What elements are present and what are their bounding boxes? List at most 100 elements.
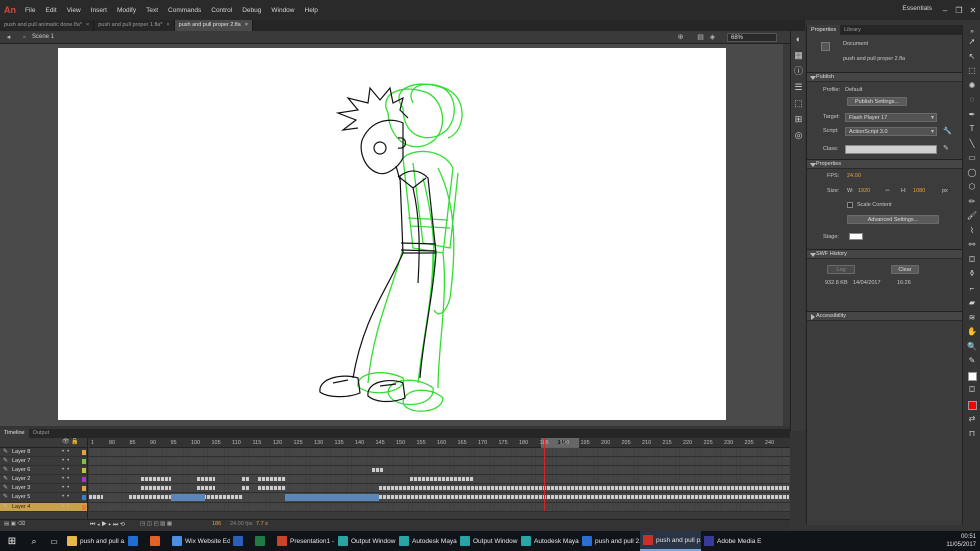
layer-outline-color[interactable] — [82, 504, 86, 510]
layer-outline-color[interactable] — [82, 495, 86, 501]
taskbar-app-button[interactable]: Wix Website Edi... — [169, 531, 230, 551]
tab-properties[interactable]: Properties — [807, 25, 841, 35]
components-icon[interactable]: ⊞ — [791, 111, 806, 127]
layer-row[interactable]: ✎ Layer 6 •• — [0, 466, 87, 476]
keyframe-span[interactable] — [242, 477, 249, 482]
stroke-color-icon[interactable]: ✎ — [963, 354, 980, 369]
log-button[interactable]: Log — [827, 265, 855, 274]
oval-tool-icon[interactable]: ◯ — [963, 166, 980, 181]
maximize-icon[interactable]: ❐ — [952, 0, 966, 20]
layer-outline-color[interactable] — [82, 468, 86, 474]
frame-row[interactable] — [89, 502, 790, 512]
layer-toggles[interactable]: •• — [62, 493, 72, 502]
menu-debug[interactable]: Debug — [237, 7, 266, 14]
tab-close-icon[interactable]: × — [166, 20, 169, 31]
taskbar-app-button[interactable] — [147, 531, 169, 551]
keyframe-span[interactable] — [379, 495, 789, 500]
edit-class-pencil-icon[interactable]: ✎ — [943, 144, 949, 152]
frame-row[interactable] — [89, 457, 790, 467]
minimize-icon[interactable]: – — [938, 0, 952, 20]
menu-help[interactable]: Help — [300, 7, 323, 14]
align-icon[interactable]: ☰ — [791, 79, 806, 95]
doc-tab-animatic[interactable]: push and pull animatic done.fla* × — [0, 20, 95, 31]
current-frame[interactable]: 186 — [212, 521, 221, 527]
keyframe-span[interactable] — [242, 486, 249, 491]
menu-file[interactable]: File — [20, 7, 40, 14]
tab-timeline[interactable]: Timeline — [0, 429, 29, 438]
advanced-settings-button[interactable]: Advanced Settings... — [847, 215, 939, 224]
layer-toggles[interactable]: •• — [62, 466, 72, 475]
keyframe-span[interactable] — [141, 477, 171, 482]
close-icon[interactable]: ✕ — [966, 0, 980, 20]
transform-icon[interactable]: ⬚ — [791, 95, 806, 111]
taskbar-app-button[interactable] — [252, 531, 274, 551]
paint-bucket-tool-icon[interactable]: ⛋ — [963, 253, 980, 268]
system-clock[interactable]: 00:51 11/05/2017 — [946, 533, 976, 549]
layer-name[interactable]: Layer 6 — [12, 467, 30, 473]
visibility-lock-header-icon[interactable]: 👁 🔒 — [62, 438, 79, 445]
menu-window[interactable]: Window — [266, 7, 299, 14]
frames-area[interactable]: 186 1 80 85 90 95 100 105 110 115 120 125 130 135 140… — [89, 438, 790, 531]
stage-color-swatch[interactable] — [849, 233, 863, 240]
publish-settings-button[interactable]: Publish Settings... — [847, 97, 907, 106]
layer-toggles[interactable]: •• — [62, 475, 72, 484]
pasteboard[interactable] — [0, 44, 783, 426]
layer-outline-color[interactable] — [82, 459, 86, 465]
taskbar-app-button[interactable]: push and pull a... — [64, 531, 125, 551]
height-value[interactable]: 1080 — [913, 188, 925, 194]
selection-tool-icon[interactable]: ➚ — [963, 35, 980, 50]
layer-outline-color[interactable] — [82, 450, 86, 455]
center-stage-icon[interactable]: ⊕ — [676, 33, 685, 42]
menu-view[interactable]: View — [62, 7, 86, 14]
keyframe-span[interactable] — [258, 477, 286, 482]
start-button[interactable]: ⊞ — [0, 531, 24, 551]
frame-row[interactable] — [89, 484, 790, 494]
line-tool-icon[interactable]: ╲ — [963, 137, 980, 152]
motion-tween-span[interactable] — [285, 494, 379, 502]
menu-modify[interactable]: Modify — [112, 7, 141, 14]
target-select[interactable]: Flash Player 17 — [845, 113, 937, 122]
frame-row[interactable] — [89, 493, 790, 503]
polystar-tool-icon[interactable]: ⬡ — [963, 180, 980, 195]
scale-content-checkbox[interactable] — [847, 202, 853, 208]
search-icon[interactable]: ⌕ — [24, 531, 44, 551]
taskbar-app-button[interactable]: Output Window — [457, 531, 518, 551]
layer-row[interactable]: ✎ Layer 3 •• — [0, 484, 87, 494]
clear-button[interactable]: Clear — [891, 265, 919, 274]
keyframe-span[interactable] — [141, 486, 171, 491]
paint-brush-tool-icon[interactable]: ⌇ — [963, 224, 980, 239]
subselection-tool-icon[interactable]: ↖ — [963, 50, 980, 65]
eyedropper-tool-icon[interactable]: ⌐ — [963, 282, 980, 297]
brush-tool-icon[interactable]: 🖌 — [963, 209, 980, 224]
taskbar-app-button[interactable]: Autodesk Maya... — [518, 531, 579, 551]
edit-symbol-icon[interactable]: ◈ — [708, 33, 717, 42]
taskbar-app-button[interactable]: push and pull 2... — [579, 531, 640, 551]
swf-history-header[interactable]: SWF History — [807, 249, 962, 259]
doc-tab-proper-1[interactable]: push and pull proper 1.fla* × — [94, 20, 175, 31]
swatches-icon[interactable]: ▦ — [791, 47, 806, 63]
ink-bottle-tool-icon[interactable]: ⚱ — [963, 267, 980, 282]
tab-close-icon[interactable]: × — [245, 20, 248, 31]
layer-row[interactable]: ✎ Layer 5 •• — [0, 493, 87, 503]
swap-colors-icon[interactable]: ⇄ — [963, 412, 980, 427]
bone-tool-icon[interactable]: ⚯ — [963, 238, 980, 253]
layer-name[interactable]: Layer 4 — [12, 504, 30, 510]
zoom-tool-icon[interactable]: 🔍 — [963, 340, 980, 355]
keyframe-span[interactable] — [372, 468, 383, 473]
stroke-color-swatch[interactable] — [967, 371, 977, 381]
layer-name[interactable]: Layer 5 — [12, 494, 30, 500]
frame-row[interactable] — [89, 466, 790, 476]
onion-skin-icon[interactable]: ◳ ◫ ◰ ▨ ▦ — [140, 521, 172, 527]
layer-name[interactable]: Layer 7 — [12, 458, 30, 464]
zoom-select[interactable]: 68% — [727, 33, 777, 42]
taskbar-app-button[interactable]: Adobe Media E... — [701, 531, 762, 551]
keyframe-span[interactable] — [197, 486, 215, 491]
width-value[interactable]: 1920 — [858, 188, 870, 194]
taskbar-app-button[interactable] — [230, 531, 252, 551]
color-panel-icon[interactable]: ◐ — [791, 31, 806, 47]
layer-outline-color[interactable] — [82, 486, 86, 492]
text-tool-icon[interactable]: T — [963, 122, 980, 137]
publish-section-header[interactable]: Publish — [807, 72, 962, 82]
accessibility-header[interactable]: Accessibility — [807, 311, 962, 321]
menu-commands[interactable]: Commands — [163, 7, 206, 14]
